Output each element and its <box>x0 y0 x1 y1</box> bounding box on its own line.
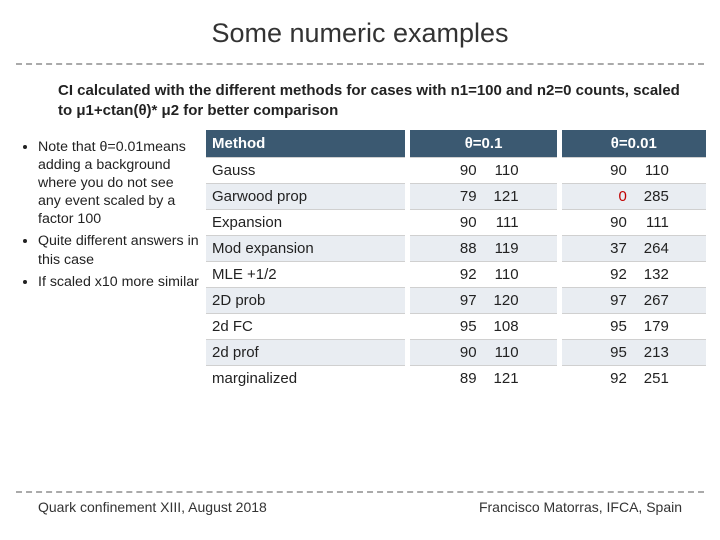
col-header-theta01: θ=0.1 <box>408 130 559 158</box>
list-item: If scaled x10 more similar <box>38 273 200 291</box>
col-header-method: Method <box>206 130 408 158</box>
methods-table: Method θ=0.1 θ=0.01 Gauss9011090110Garwo… <box>206 130 706 391</box>
cell-method: 2d prof <box>206 339 408 365</box>
cell-method: Garwood prop <box>206 183 408 209</box>
table-row: Gauss9011090110 <box>206 157 706 183</box>
cell-theta01: 92110 <box>408 261 559 287</box>
table-row: Garwood prop791210285 <box>206 183 706 209</box>
cell-theta001: 37264 <box>559 235 706 261</box>
col-header-theta001: θ=0.01 <box>559 130 706 158</box>
footer: Quark confinement XIII, August 2018 Fran… <box>16 491 704 516</box>
cell-theta01: 79121 <box>408 183 559 209</box>
cell-theta001: 95179 <box>559 313 706 339</box>
table-row: 2d FC9510895179 <box>206 313 706 339</box>
cell-theta001: 92251 <box>559 365 706 391</box>
cell-theta001: 90111 <box>559 209 706 235</box>
cell-theta001: 97267 <box>559 287 706 313</box>
methods-table-wrap: Method θ=0.1 θ=0.01 Gauss9011090110Garwo… <box>206 130 706 391</box>
cell-method: Gauss <box>206 157 408 183</box>
table-row: 2d prof9011095213 <box>206 339 706 365</box>
list-item: Note that θ=0.01means adding a backgroun… <box>38 138 200 229</box>
cell-method: marginalized <box>206 365 408 391</box>
cell-method: Expansion <box>206 209 408 235</box>
cell-method: MLE +1/2 <box>206 261 408 287</box>
cell-theta001: 95213 <box>559 339 706 365</box>
cell-theta001: 92132 <box>559 261 706 287</box>
cell-theta001: 0285 <box>559 183 706 209</box>
table-row: 2D prob9712097267 <box>206 287 706 313</box>
caption-text: CI calculated with the different methods… <box>0 65 720 130</box>
table-row: Mod expansion8811937264 <box>206 235 706 261</box>
cell-theta01: 95108 <box>408 313 559 339</box>
cell-theta01: 90111 <box>408 209 559 235</box>
cell-theta01: 89121 <box>408 365 559 391</box>
cell-theta01: 90110 <box>408 157 559 183</box>
list-item: Quite different answers in this case <box>38 232 200 268</box>
cell-method: Mod expansion <box>206 235 408 261</box>
table-body: Gauss9011090110Garwood prop791210285Expa… <box>206 157 706 391</box>
cell-theta001: 90110 <box>559 157 706 183</box>
divider-bottom <box>16 491 704 493</box>
footer-right: Francisco Matorras, IFCA, Spain <box>479 499 682 516</box>
slide-title: Some numeric examples <box>0 0 720 63</box>
cell-theta01: 90110 <box>408 339 559 365</box>
table-row: MLE +1/29211092132 <box>206 261 706 287</box>
cell-theta01: 97120 <box>408 287 559 313</box>
footer-left: Quark confinement XIII, August 2018 <box>38 499 267 516</box>
cell-method: 2D prob <box>206 287 408 313</box>
content-row: Note that θ=0.01means adding a backgroun… <box>0 130 720 391</box>
notes-list: Note that θ=0.01means adding a backgroun… <box>24 138 200 291</box>
cell-theta01: 88119 <box>408 235 559 261</box>
cell-method: 2d FC <box>206 313 408 339</box>
table-row: marginalized8912192251 <box>206 365 706 391</box>
notes-panel: Note that θ=0.01means adding a backgroun… <box>14 130 206 391</box>
table-row: Expansion9011190111 <box>206 209 706 235</box>
